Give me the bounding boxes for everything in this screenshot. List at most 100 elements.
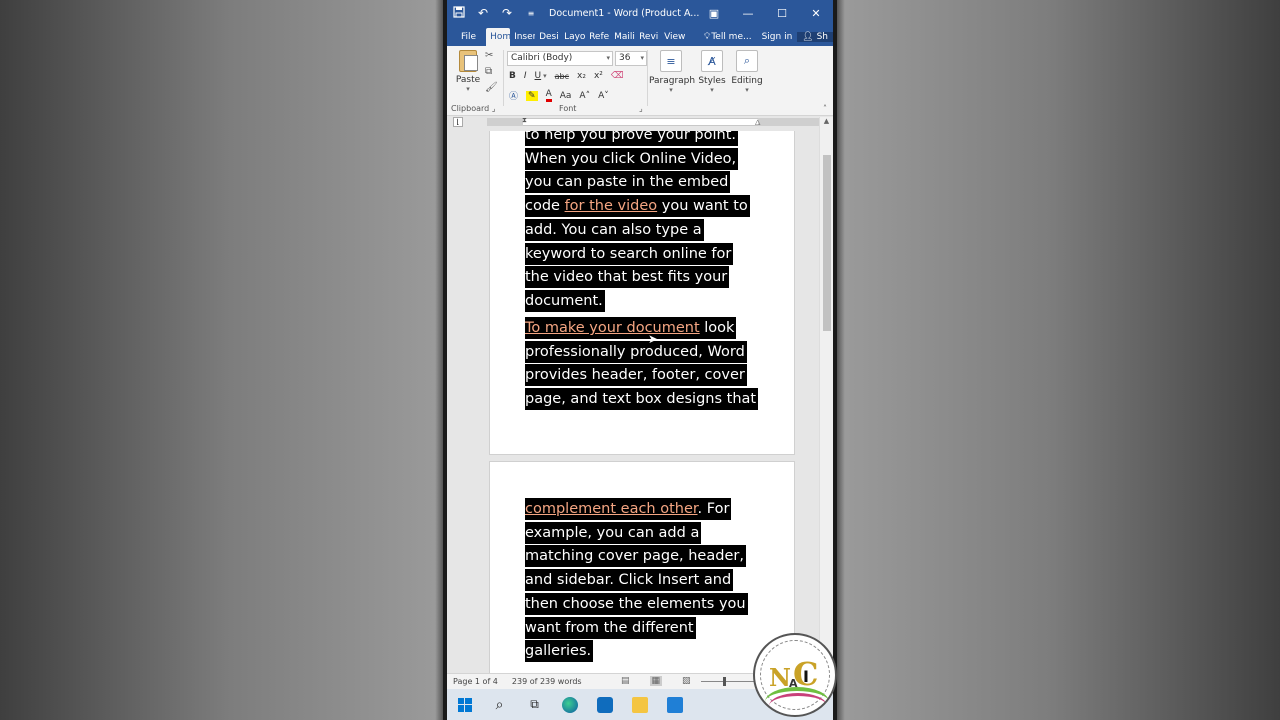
tab-mailings[interactable]: Maili (610, 28, 635, 46)
font-dialog-launcher-icon[interactable]: ⌟ (639, 104, 643, 113)
start-button[interactable] (447, 689, 482, 720)
tell-me-box[interactable]: Tell me... (711, 32, 756, 42)
tab-design[interactable]: Desi (535, 28, 560, 46)
tab-view[interactable]: View (660, 28, 689, 46)
scroll-up-icon[interactable]: ▲ (820, 117, 833, 129)
text-line[interactable]: complement each other. For (525, 498, 748, 522)
tab-file[interactable]: File (447, 28, 486, 46)
web-layout-icon[interactable]: ▧ (682, 676, 691, 686)
paste-button[interactable]: Paste ▾ (453, 50, 483, 93)
strikethrough-button[interactable]: abc (555, 72, 569, 81)
selected-text[interactable]: to help you prove your point. (525, 131, 739, 146)
selected-text[interactable]: and sidebar. Click Insert and (525, 569, 734, 592)
zoom-slider[interactable] (701, 681, 761, 682)
superscript-button[interactable]: x² (594, 71, 603, 81)
text-line[interactable]: to help you prove your point. (525, 131, 750, 148)
mail-icon[interactable] (657, 689, 692, 720)
selected-text[interactable]: want from the different (525, 616, 696, 639)
selected-text[interactable]: To make your document look (525, 317, 737, 339)
zoom-slider-thumb[interactable] (723, 677, 726, 686)
text-line[interactable]: the video that best fits your (525, 266, 750, 290)
task-view-icon[interactable]: ⧉ (517, 689, 552, 720)
selected-text[interactable]: the video that best fits your (525, 266, 730, 289)
text-line[interactable]: example, you can add a (525, 521, 748, 546)
text-line[interactable]: want from the different (525, 616, 748, 641)
undo-icon[interactable]: ↶ (471, 6, 495, 20)
text-line[interactable]: matching cover page, header, (525, 545, 748, 569)
collapse-ribbon-icon[interactable]: ˄ (823, 104, 827, 113)
shrink-font-button[interactable]: A˅ (598, 91, 609, 101)
selected-text[interactable]: document. (525, 289, 605, 312)
tab-layout[interactable]: Layo (560, 28, 585, 46)
text-line[interactable]: document. (525, 289, 750, 314)
tab-review[interactable]: Revi (635, 28, 660, 46)
font-size-combobox[interactable]: 36 ▾ (615, 51, 647, 66)
cut-icon[interactable]: ✂ (485, 50, 498, 61)
save-icon[interactable] (447, 5, 471, 21)
text-line[interactable]: add. You can also type a (525, 218, 750, 243)
edge-icon[interactable] (552, 689, 587, 720)
file-explorer-icon[interactable] (622, 689, 657, 720)
selected-text[interactable]: complement each other. For (525, 498, 732, 520)
selected-text[interactable]: provides header, footer, cover (525, 364, 747, 387)
bold-button[interactable]: B (509, 71, 516, 81)
store-icon[interactable] (587, 689, 622, 720)
tab-references[interactable]: Refe (585, 28, 610, 46)
horizontal-ruler[interactable]: ⌊ ⧗ △ (447, 116, 833, 128)
sign-in-link[interactable]: Sign in (757, 32, 798, 42)
text-line[interactable]: then choose the elements you (525, 592, 748, 617)
selected-text[interactable]: When you click Online Video, (525, 147, 739, 170)
search-icon[interactable]: ⌕ (482, 689, 517, 720)
selected-text[interactable]: page, and text box designs that (525, 388, 759, 411)
text-line[interactable]: page, and text box designs that (525, 388, 759, 412)
change-case-button[interactable]: Aa (560, 91, 572, 101)
format-painter-icon[interactable]: 🖌︎ (485, 82, 498, 93)
text-line[interactable]: provides header, footer, cover (525, 364, 758, 388)
ribbon-display-icon[interactable]: ▣ (697, 0, 731, 26)
text-effects-icon[interactable]: Ⓐ (509, 89, 518, 102)
page-2-text[interactable]: complement each other. For example, you c… (525, 498, 748, 664)
paragraph-button[interactable]: ≡ Paragraph ▾ (649, 50, 695, 94)
selected-text[interactable]: galleries. (525, 640, 594, 663)
clear-formatting-icon[interactable]: ⌫ (611, 71, 624, 81)
selected-text[interactable]: add. You can also type a (525, 218, 704, 241)
page-1-text[interactable]: to help you prove your point. When you cl… (525, 131, 750, 314)
close-button[interactable]: ✕ (799, 0, 833, 26)
share-button[interactable]: 👤︎ Sh (797, 32, 833, 42)
page-2[interactable]: complement each other. For example, you c… (489, 461, 795, 673)
selected-text[interactable]: professionally produced, Word (525, 340, 747, 363)
document-canvas[interactable]: to help you prove your point. When you cl… (447, 131, 833, 673)
tab-insert[interactable]: Inser (510, 28, 535, 46)
tab-selector-icon[interactable]: ⌊ (453, 117, 463, 127)
page-1[interactable]: to help you prove your point. When you cl… (489, 131, 795, 455)
font-name-combobox[interactable]: Calibri (Body) ▾ (507, 51, 613, 66)
editing-button[interactable]: ⌕ Editing ▾ (729, 50, 765, 94)
styles-button[interactable]: A̸ Styles ▾ (697, 50, 727, 94)
text-line[interactable]: professionally produced, Word (525, 340, 758, 365)
text-line[interactable]: keyword to search online for (525, 242, 750, 267)
indent-marker-icon[interactable]: ⧗ (522, 116, 527, 125)
tab-home[interactable]: Hom (486, 28, 511, 46)
vertical-scrollbar[interactable]: ▲ (819, 117, 833, 673)
page-count[interactable]: Page 1 of 4 (453, 677, 498, 686)
font-color-button[interactable]: A (545, 89, 552, 102)
italic-button[interactable]: I (524, 71, 527, 81)
redo-icon[interactable]: ↷ (495, 6, 519, 20)
subscript-button[interactable]: x₂ (577, 71, 586, 81)
maximize-button[interactable]: ☐ (765, 0, 799, 26)
selected-text[interactable]: code for the video you want to (525, 195, 750, 218)
text-line[interactable]: code for the video you want to (525, 195, 750, 219)
hyperlink[interactable]: complement each other (525, 501, 698, 517)
minimize-button[interactable]: — (731, 0, 765, 26)
hyperlink[interactable]: To make your document (525, 320, 700, 336)
grow-font-button[interactable]: A˄ (579, 91, 590, 101)
text-line[interactable]: When you click Online Video, (525, 147, 750, 172)
print-layout-icon[interactable]: ▦ (649, 676, 663, 686)
text-line[interactable]: To make your document look (525, 317, 758, 341)
selected-text[interactable]: then choose the elements you (525, 592, 748, 615)
text-line[interactable]: you can paste in the embed (525, 171, 750, 195)
hyperlink[interactable]: for the video (565, 198, 658, 214)
copy-icon[interactable]: ⧉ (485, 66, 498, 77)
selected-text[interactable]: example, you can add a (525, 521, 702, 544)
scrollbar-thumb[interactable] (823, 155, 831, 331)
